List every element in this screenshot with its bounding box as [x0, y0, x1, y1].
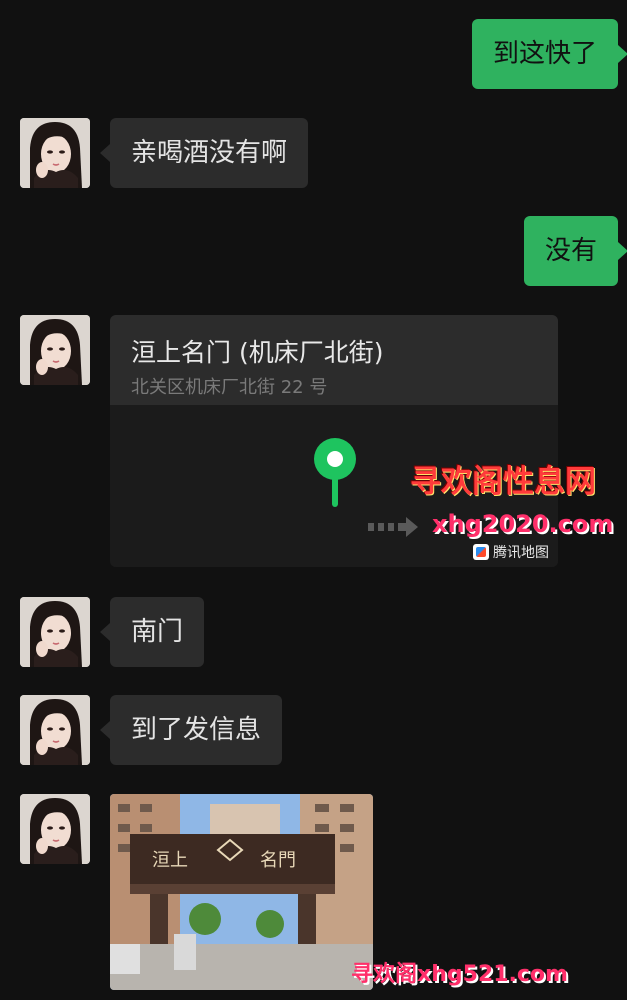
- location-address: 北关区机床厂北街 22 号: [131, 377, 328, 398]
- incoming-message-bubble[interactable]: 亲喝酒没有啊: [99, 118, 309, 188]
- map-pin-icon: [314, 438, 356, 507]
- contact-avatar[interactable]: [20, 695, 90, 765]
- gate-photo: 洹上 名門: [110, 794, 373, 990]
- location-title: 洹上名门 (机床厂北街): [131, 338, 384, 367]
- outgoing-message-bubble[interactable]: 到这快了: [471, 19, 627, 89]
- map-nav-arrow-icon: [368, 517, 418, 537]
- outgoing-message-bubble[interactable]: 没有: [523, 216, 627, 286]
- watermark-site-name: 寻欢阁性息网: [410, 464, 596, 500]
- gate-sign-right: 名門: [260, 850, 296, 871]
- avatar-image: [20, 118, 90, 188]
- incoming-message-bubble[interactable]: 南门: [99, 597, 205, 667]
- incoming-message-bubble[interactable]: 到了发信息: [99, 695, 283, 765]
- contact-avatar[interactable]: [20, 118, 90, 188]
- watermark-site-url: xhg2020.com: [432, 510, 614, 538]
- contact-avatar[interactable]: [20, 794, 90, 864]
- avatar-image: [20, 794, 90, 864]
- watermark-bottom: 寻欢阁xhg521.com: [351, 962, 568, 987]
- gate-sign-left: 洹上: [152, 850, 188, 871]
- image-message-thumbnail[interactable]: 洹上 名門: [110, 794, 373, 990]
- contact-avatar[interactable]: [20, 315, 90, 385]
- contact-avatar[interactable]: [20, 597, 90, 667]
- map-brand-label: 腾讯地图: [493, 545, 549, 561]
- avatar-image: [20, 695, 90, 765]
- avatar-image: [20, 597, 90, 667]
- tencent-map-logo-icon: [473, 544, 489, 560]
- tencent-map-brand: 腾讯地图: [473, 542, 549, 562]
- avatar-image: [20, 315, 90, 385]
- location-header: 洹上名门 (机床厂北街) 北关区机床厂北街 22 号: [110, 315, 558, 405]
